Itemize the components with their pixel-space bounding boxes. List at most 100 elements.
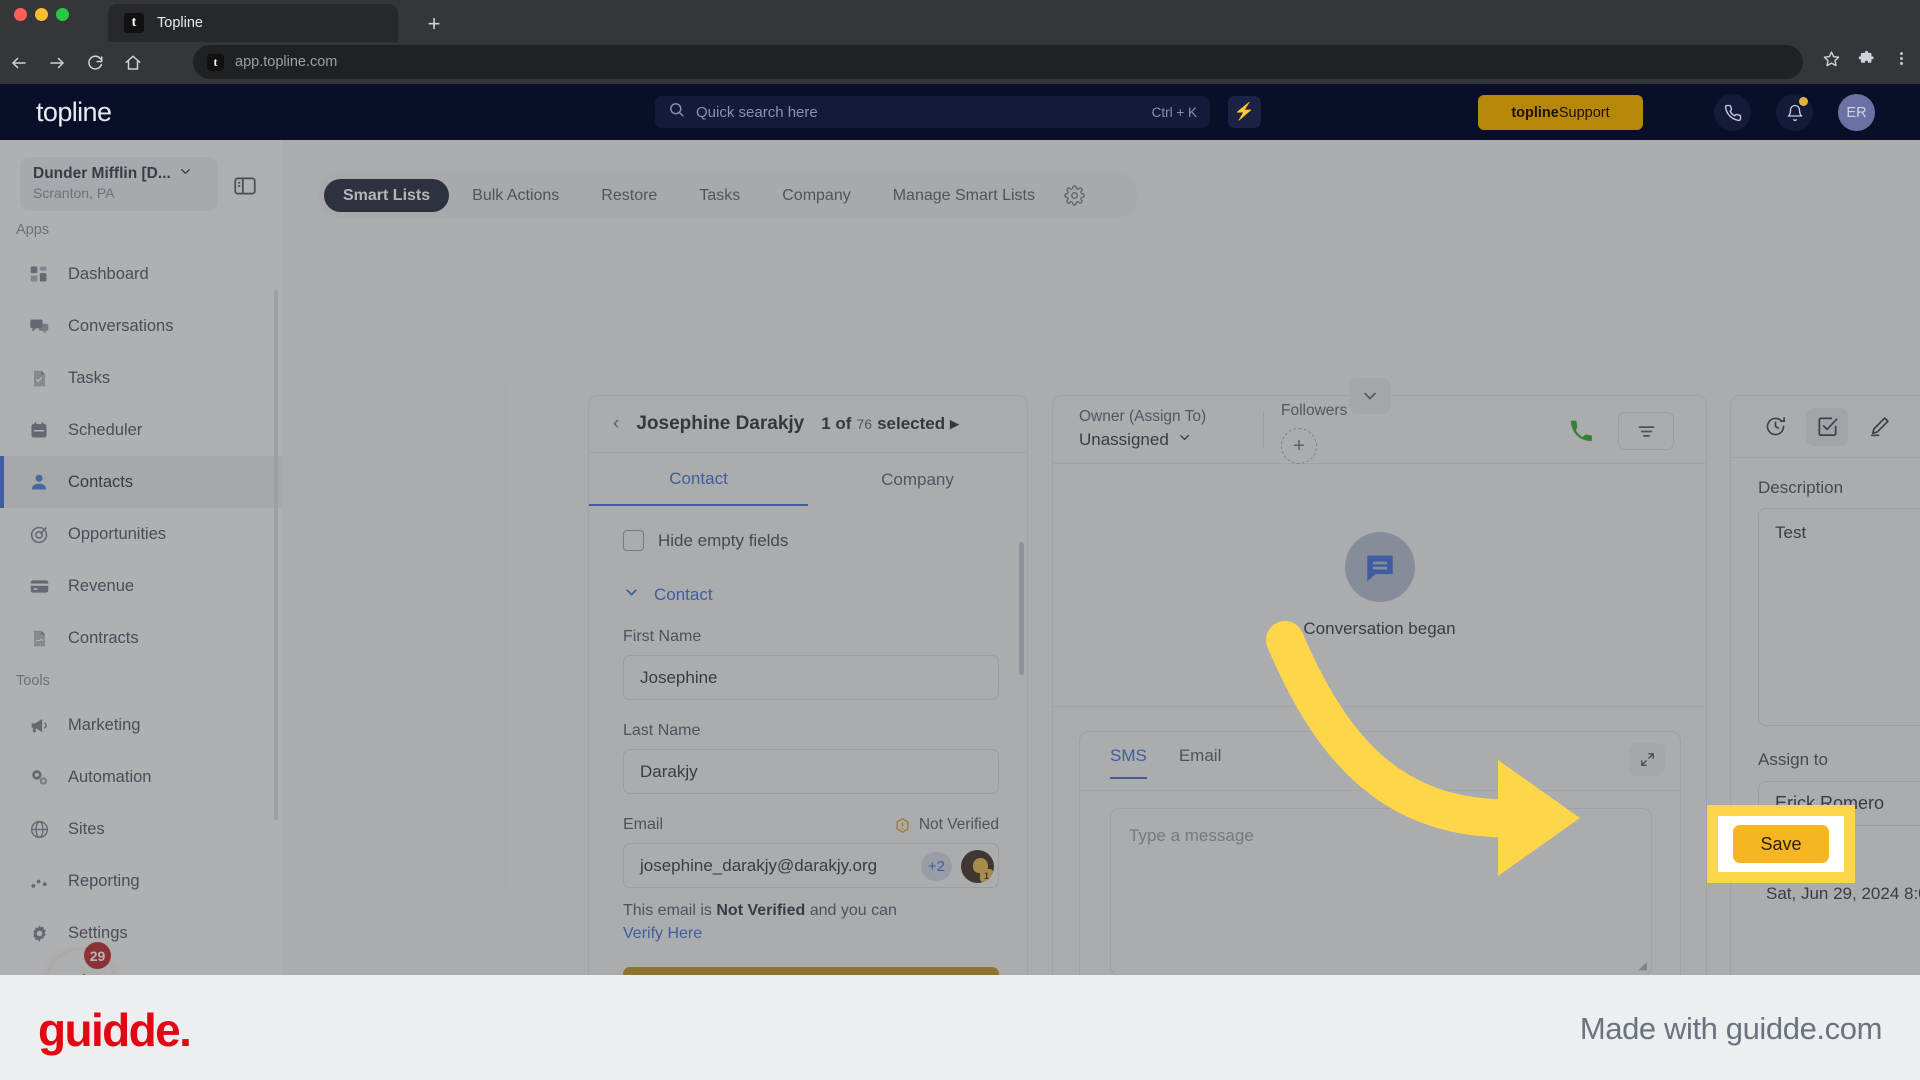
sidebar-item-contracts[interactable]: Contracts	[0, 612, 282, 664]
contact-group-label: Contact	[654, 585, 713, 604]
owner-select[interactable]: Unassigned	[1079, 430, 1206, 450]
first-name-input[interactable]: Josephine	[623, 655, 999, 700]
call-icon[interactable]	[1569, 419, 1594, 449]
globe-icon	[28, 818, 50, 840]
due-date-value: Sat, Jun 29, 2024 8:00 AM	[1766, 884, 1920, 903]
chevron-right-icon[interactable]: ▸	[950, 414, 959, 434]
tab-restore[interactable]: Restore	[582, 179, 676, 212]
sidebar-section-tools: Tools	[16, 673, 50, 689]
lightning-icon[interactable]: ⚡	[1228, 96, 1261, 128]
sidebar-scrollbar[interactable]	[274, 290, 278, 820]
sidebar-item-opportunities[interactable]: Opportunities	[0, 508, 282, 560]
search-input[interactable]: Quick search here Ctrl + K	[655, 96, 1210, 128]
sidebar-collapse-icon[interactable]	[232, 173, 258, 199]
forward-icon[interactable]	[38, 44, 76, 82]
tab-contact[interactable]: Contact	[589, 453, 808, 506]
card-icon	[28, 575, 50, 597]
due-date-row[interactable]: Sat, Jun 29, 2024 8:00 AM (EDT)	[1758, 884, 1920, 904]
tab-email[interactable]: Email	[1179, 746, 1222, 779]
close-window-button[interactable]	[14, 8, 27, 21]
first-name-field: First Name Josephine	[623, 628, 999, 700]
tab-sms[interactable]: SMS	[1110, 746, 1147, 779]
made-with-guidde-text: Made with guidde.com	[1579, 1011, 1883, 1046]
sidebar-item-automation[interactable]: Automation	[0, 751, 282, 803]
browser-tab-topline[interactable]: t Topline	[108, 4, 398, 42]
email-input[interactable]: josephine_darakjy@darakjy.org +2 1	[623, 843, 999, 888]
extra-emails-badge[interactable]: +2	[920, 852, 952, 881]
chat-icon	[28, 315, 50, 337]
tab-manage-smart-lists[interactable]: Manage Smart Lists	[874, 179, 1054, 212]
sidebar-item-reporting[interactable]: Reporting	[0, 855, 282, 907]
search-shortcut: Ctrl + K	[1151, 104, 1197, 120]
phone-icon[interactable]	[1714, 94, 1751, 131]
save-button[interactable]: Save	[1733, 825, 1829, 863]
filter-icon[interactable]	[1618, 412, 1674, 450]
contact-card-body: Hide empty fields Contact First Name Jos…	[589, 506, 1027, 975]
contact-group-header[interactable]: Contact	[623, 584, 999, 606]
note-mid: and you can	[805, 902, 897, 919]
sidebar-item-conversations[interactable]: Conversations	[0, 300, 282, 352]
site-favicon-icon: t	[207, 53, 224, 71]
address-bar[interactable]: t app.topline.com	[193, 45, 1803, 79]
note-pencil-icon[interactable]	[1858, 408, 1900, 446]
last-name-input[interactable]: Darakjy	[623, 749, 999, 794]
history-icon[interactable]	[1754, 408, 1796, 446]
first-name-label: First Name	[623, 628, 702, 645]
contact-card-header: ‹ Josephine Darakjy 1 of 76 selected ▸	[589, 396, 1027, 453]
sidebar-item-settings[interactable]: Settings	[0, 907, 282, 959]
browser-tabstrip: t Topline +	[0, 0, 1920, 42]
view-audit-logs-button[interactable]: View Audit Logs	[623, 967, 999, 975]
tab-bulk-actions[interactable]: Bulk Actions	[453, 179, 578, 212]
calendar-icon[interactable]: 1	[1910, 408, 1920, 446]
hide-empty-fields-row[interactable]: Hide empty fields	[623, 530, 999, 551]
sidebar-item-revenue[interactable]: Revenue	[0, 560, 282, 612]
add-follower-button[interactable]: +	[1281, 428, 1317, 464]
resize-grip-icon[interactable]: ◢	[1639, 959, 1647, 972]
sidebar-item-tasks[interactable]: Tasks	[0, 352, 282, 404]
sidebar-item-marketing[interactable]: Marketing	[0, 699, 282, 751]
hide-empty-fields-checkbox[interactable]	[623, 530, 644, 551]
home-icon[interactable]	[114, 44, 152, 82]
sidebar-item-contacts[interactable]: Contacts	[0, 456, 282, 508]
save-button-highlight-inner: Save	[1718, 816, 1844, 872]
sidebar-item-label: Opportunities	[68, 524, 167, 543]
extensions-icon[interactable]	[1858, 50, 1875, 72]
task-check-icon[interactable]	[1806, 407, 1848, 446]
sidebar-item-dashboard[interactable]: Dashboard	[0, 248, 282, 300]
org-name: Dunder Mifflin [D...	[33, 165, 171, 182]
support-button[interactable]: topline Support	[1478, 95, 1643, 130]
hide-empty-fields-label: Hide empty fields	[658, 530, 789, 550]
tab-company[interactable]: Company	[763, 179, 869, 212]
tab-smart-lists[interactable]: Smart Lists	[324, 179, 450, 212]
reload-icon[interactable]	[76, 44, 114, 82]
selection-prefix: 1 of	[821, 414, 852, 433]
chevron-down-icon	[1177, 430, 1192, 450]
maximize-window-button[interactable]	[56, 8, 69, 21]
app-logo[interactable]: topline	[36, 97, 112, 128]
user-avatar[interactable]: ER	[1838, 94, 1875, 131]
minimize-window-button[interactable]	[35, 8, 48, 21]
org-switcher[interactable]: Dunder Mifflin [D... Scranton, PA	[20, 157, 218, 211]
guidde-badge-count: 29	[84, 942, 111, 969]
back-icon[interactable]	[0, 44, 38, 82]
chevron-left-icon[interactable]: ‹	[613, 413, 619, 435]
contact-card-scrollbar[interactable]	[1019, 542, 1024, 675]
tab-tasks[interactable]: Tasks	[680, 179, 759, 212]
notifications-bell-icon[interactable]	[1776, 94, 1813, 131]
gear-icon[interactable]	[1064, 185, 1085, 206]
search-placeholder: Quick search here	[696, 103, 818, 121]
last-name-field: Last Name Darakjy	[623, 722, 999, 794]
task-card-tabs: 1	[1731, 396, 1920, 458]
new-tab-button[interactable]: +	[420, 10, 448, 38]
chevron-down-icon[interactable]	[1349, 378, 1391, 414]
tab-company[interactable]: Company	[808, 453, 1027, 506]
window-traffic-lights[interactable]	[14, 8, 69, 21]
description-textarea[interactable]: Test ◢	[1758, 508, 1920, 726]
sidebar-item-sites[interactable]: Sites	[0, 803, 282, 855]
bookmark-star-icon[interactable]	[1823, 50, 1840, 72]
verify-here-link[interactable]: Verify Here	[623, 925, 702, 942]
assign-to-label: Assign to	[1758, 750, 1828, 769]
support-button-brand: topline	[1511, 104, 1559, 121]
sidebar-item-scheduler[interactable]: Scheduler	[0, 404, 282, 456]
browser-menu-icon[interactable]	[1893, 50, 1910, 72]
